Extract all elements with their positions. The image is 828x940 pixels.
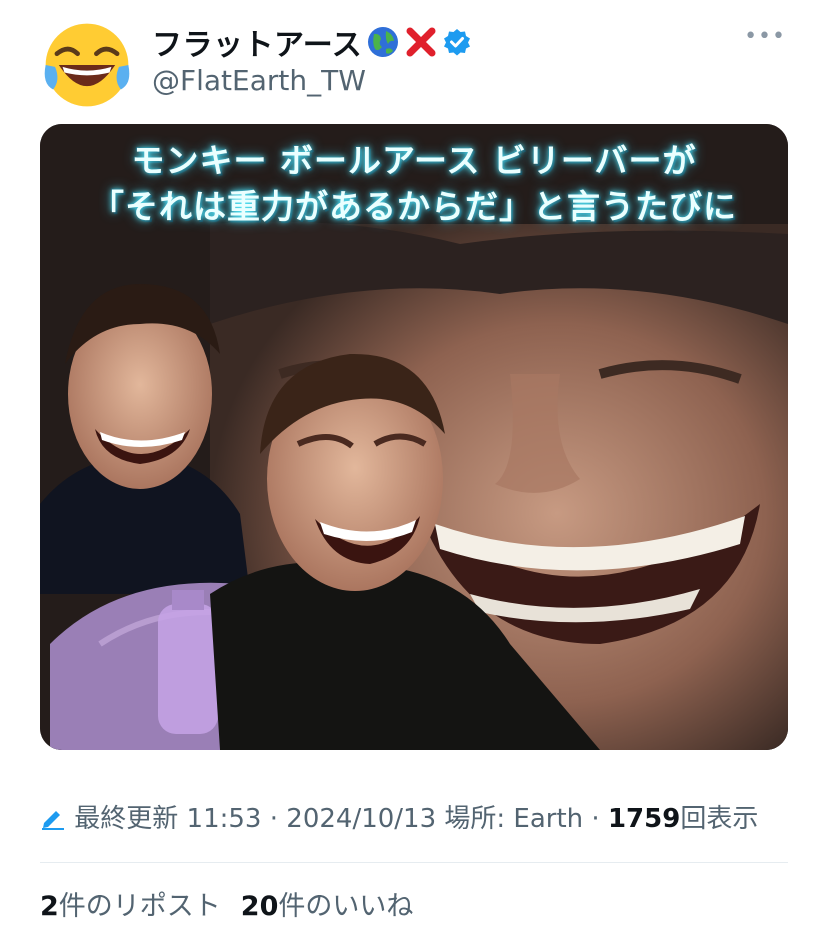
tweet-image[interactable]: モンキー ボールアース ビリーバーが 「それは重力があるからだ」と言うたびに — [40, 124, 788, 750]
name-row: フラットアース — [152, 20, 472, 64]
tweet-date: 2024/10/13 — [286, 804, 437, 834]
image-caption-line2: 「それは重力があるからだ」と言うたびに — [91, 187, 737, 226]
cross-mark-icon — [406, 27, 436, 57]
divider — [40, 862, 788, 863]
likes-link[interactable]: 20件のいいね — [241, 884, 414, 923]
likes-label: 件のいいね — [278, 891, 414, 922]
views-count: 1759 — [607, 804, 681, 834]
engagement-stats: 2件のリポスト 20件のいいね — [40, 884, 413, 923]
reposts-link[interactable]: 2件のリポスト — [40, 884, 221, 923]
tweet-meta: 最終更新 11:53 · 2024/10/13 場所: Earth · 1759… — [40, 800, 800, 838]
tweet-header: フラットアース @FlatEarth_TW ••• — [40, 14, 800, 112]
user-handle[interactable]: @FlatEarth_TW — [152, 64, 366, 97]
verified-badge-icon — [444, 29, 471, 56]
views-label: 回表示 — [680, 804, 759, 834]
tweet-location[interactable]: 場所: Earth — [444, 804, 583, 834]
edited-label[interactable]: 最終更新 — [74, 804, 178, 834]
image-caption-line1: モンキー ボールアース ビリーバーが — [131, 141, 697, 180]
display-name[interactable]: フラットアース — [152, 20, 362, 64]
likes-count: 20 — [240, 891, 279, 922]
edit-pencil-icon — [42, 811, 64, 830]
globe-icon — [368, 27, 399, 57]
more-icon[interactable]: ••• — [744, 24, 786, 49]
reposts-label: 件のリポスト — [58, 891, 221, 922]
laughing-emoji-avatar[interactable] — [40, 18, 134, 112]
tweet-time: 11:53 — [186, 804, 262, 834]
reposts-count: 2 — [40, 891, 59, 922]
